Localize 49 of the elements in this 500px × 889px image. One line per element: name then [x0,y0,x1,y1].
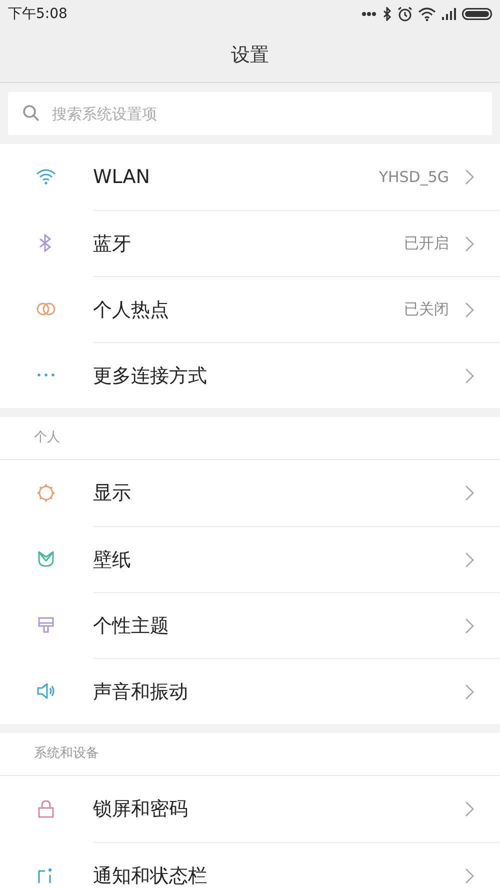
chevron-icon [465,368,474,384]
chevron-icon [465,801,474,817]
signal-icon [441,8,457,20]
dots-icon [36,373,54,377]
dots-icon [361,11,377,17]
row-value: 已关闭 [404,300,449,319]
row-value: 已开启 [404,234,449,253]
settings-row[interactable]: 通知和状态栏 [0,842,500,889]
search-icon [22,104,40,122]
chevron-icon [465,868,474,884]
settings-row[interactable]: 个性主题 [0,592,500,658]
bluetooth-icon [382,7,392,21]
row-label: 壁纸 [93,548,132,572]
settings-row[interactable]: WLAN YHSD_5G [0,144,500,210]
speaker-icon [34,681,56,701]
chevron-icon [465,302,474,318]
wifi-icon [34,167,56,187]
row-label: 显示 [93,481,132,506]
section-header: 个人 [0,417,500,460]
row-label: 通知和状态栏 [93,864,208,888]
search-field[interactable]: 搜索系统设置项 [8,92,492,135]
chevron-icon [465,618,474,634]
row-label: 个人热点 [93,298,170,322]
settings-row[interactable]: 壁纸 [0,526,500,592]
chevron-icon [465,684,474,700]
settings-row[interactable]: 锁屏和密码 [0,776,500,842]
row-label: 个性主题 [93,614,170,638]
settings-row[interactable]: 声音和振动 [0,658,500,724]
chevron-icon [465,552,474,568]
sun-icon [34,483,56,503]
settings-row[interactable]: 蓝牙 已开启 [0,210,500,276]
page-title: 设置 [231,43,269,68]
chevron-icon [465,236,474,252]
chevron-icon [465,169,474,185]
settings-row[interactable]: 显示 [0,460,500,526]
row-value: YHSD_5G [378,168,449,186]
settings-row[interactable]: 更多连接方式 [0,342,500,408]
row-label: 蓝牙 [93,232,132,256]
row-label: 更多连接方式 [93,364,208,388]
alarm-clock-icon [397,6,413,22]
row-label: WLAN [93,166,152,188]
row-label: 声音和振动 [93,680,189,704]
battery-icon [462,8,492,20]
clock-time: 下午5:08 [8,5,68,23]
settings-row[interactable]: 个人热点 已关闭 [0,276,500,342]
section-header: 系统和设备 [0,733,500,776]
chevron-icon [465,485,474,501]
row-label: 锁屏和密码 [93,797,189,822]
wifi-icon [418,7,436,21]
